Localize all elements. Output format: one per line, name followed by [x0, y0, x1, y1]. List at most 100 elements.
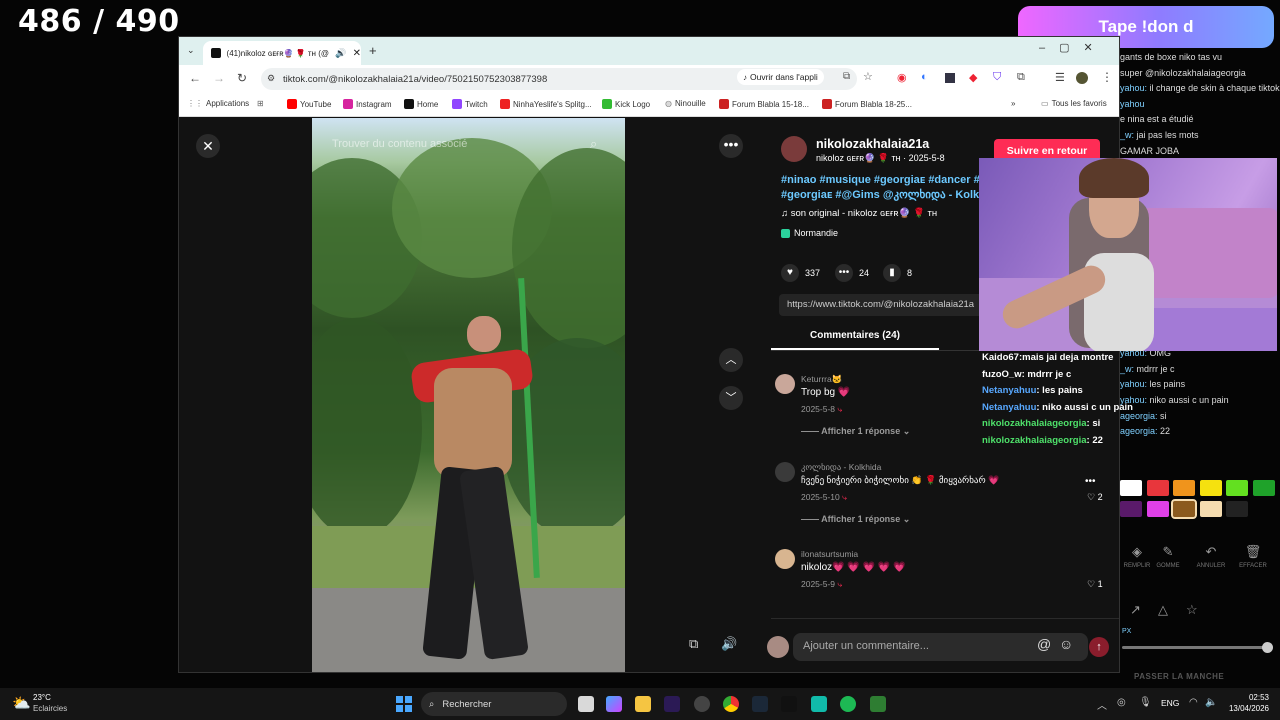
widgets-icon[interactable] — [606, 696, 622, 712]
file-explorer-icon[interactable] — [635, 696, 651, 712]
comment-author[interactable]: კოლხიდა - Kolkhida — [801, 462, 881, 473]
reply-icon[interactable]: ⤷ — [837, 579, 842, 589]
reading-list-icon[interactable]: ☰ — [1055, 71, 1065, 84]
mention-icon[interactable]: @ — [1037, 636, 1051, 652]
back-icon[interactable]: ← — [189, 71, 201, 85]
emoji-icon[interactable]: ☺ — [1059, 636, 1073, 652]
close-tab-icon[interactable]: ✕ — [353, 48, 361, 59]
open-in-app-button[interactable]: ♪ Ouvrir dans l'appli — [737, 69, 824, 85]
color-swatch[interactable] — [1120, 480, 1142, 496]
menu-icon[interactable]: ⋮ — [1101, 70, 1113, 84]
chat-username[interactable]: Kaido67: — [982, 352, 1022, 363]
extension-audio-icon[interactable]: ◐ — [921, 71, 928, 83]
commenter-avatar[interactable] — [775, 549, 795, 569]
location-tag[interactable]: Normandie — [781, 228, 838, 238]
more-options-icon[interactable]: ••• — [719, 134, 743, 158]
chat-username[interactable]: fuzoO_w — [982, 369, 1022, 380]
search-icon[interactable]: ⌕ — [590, 136, 597, 152]
comment-author[interactable]: Keturrra🐱 — [801, 374, 842, 385]
premiere-icon[interactable] — [664, 696, 680, 712]
color-swatch[interactable] — [1252, 480, 1275, 496]
close-video-icon[interactable]: ✕ — [196, 134, 220, 158]
language-indicator[interactable]: ENG — [1161, 698, 1179, 708]
bookmark-twitch[interactable]: Twitch — [452, 99, 488, 109]
comment-likes[interactable]: ♡ 1 — [1087, 579, 1103, 590]
hashtags-line-2[interactable]: #georgiaᴇ #@Gims @კოლხიდა - Kolk — [781, 188, 979, 201]
new-tab-icon[interactable]: + — [369, 43, 377, 58]
bookmark-forum-18-25[interactable]: Forum Blabla 18-25... — [822, 99, 912, 109]
bookmark-youtube[interactable]: YouTube — [287, 99, 331, 109]
speaker-icon[interactable]: 🔈 — [1205, 697, 1217, 708]
video-player[interactable]: Trouver du contenu associé ⌕ — [312, 118, 625, 672]
clock-date[interactable]: 13/04/2026 — [1221, 704, 1269, 713]
undo-tool[interactable]: ↶ ANNULER — [1192, 544, 1230, 569]
pass-turn-button[interactable]: PASSER LA MANCHE — [1134, 672, 1224, 681]
task-view-icon[interactable] — [578, 696, 594, 712]
forward-icon[interactable]: → — [213, 71, 225, 85]
extension-red-icon[interactable]: ◆ — [969, 71, 977, 84]
hashtags-line-1[interactable]: #ninao #musique #georgiaᴇ #dancer # — [781, 174, 980, 186]
reply-icon[interactable]: ⤷ — [837, 404, 842, 414]
chat-username[interactable]: nikolozakhalaiageorgia — [982, 418, 1087, 429]
previous-video-icon[interactable]: ︿ — [719, 348, 743, 372]
bookmark-ninouille[interactable]: ◍ Ninouille — [665, 99, 706, 108]
tab-comments[interactable]: Commentaires (24) — [771, 330, 939, 341]
taskbar-search[interactable]: ⌕ Rechercher — [421, 692, 567, 716]
tray-app-icon[interactable]: ◎ — [1117, 697, 1126, 708]
translate-icon[interactable]: ⧉ — [843, 71, 850, 82]
color-swatch[interactable] — [1226, 480, 1248, 496]
comment-more-icon[interactable]: ••• — [1085, 476, 1096, 487]
comment-likes[interactable]: ♡ 2 — [1087, 492, 1103, 503]
chat-username[interactable]: Netanyahuu — [982, 385, 1036, 396]
save-stat[interactable]: ▮ 8 — [883, 264, 912, 282]
author-avatar[interactable] — [781, 136, 807, 162]
tray-chevron-icon[interactable]: ︿ — [1097, 697, 1107, 712]
star-tool-icon[interactable]: ☆ — [1186, 602, 1198, 618]
send-comment-icon[interactable]: ↑ — [1089, 637, 1109, 657]
related-content-label[interactable]: Trouver du contenu associé — [332, 138, 467, 150]
arrow-tool-icon[interactable]: ↗ — [1130, 602, 1141, 618]
chrome-icon[interactable] — [723, 696, 739, 712]
opera-icon[interactable]: ◉ — [897, 71, 907, 84]
bookmark-star-icon[interactable]: ☆ — [863, 70, 873, 83]
chat-username[interactable]: Netanyahuu — [982, 402, 1036, 413]
commenter-avatar[interactable] — [775, 462, 795, 482]
bookmark-forum-15-18[interactable]: Forum Blabla 15-18... — [719, 99, 809, 109]
author-username[interactable]: nikolozakhalaia21a — [816, 137, 929, 151]
color-swatch[interactable] — [1199, 480, 1222, 496]
weather-icon[interactable]: ⛅ — [12, 694, 31, 712]
tab-list-icon[interactable]: ⌄ — [187, 45, 195, 56]
like-stat[interactable]: ♥ 337 — [781, 264, 820, 282]
extension-icon[interactable] — [945, 73, 955, 83]
triangle-tool-icon[interactable]: △ — [1158, 602, 1168, 618]
bookmark-applications[interactable]: ⋮⋮ Applications — [187, 99, 249, 108]
color-swatch[interactable] — [1173, 480, 1195, 496]
color-swatch[interactable] — [1146, 480, 1169, 496]
eraser-tool[interactable]: ✎ GOMME — [1149, 544, 1187, 569]
profile-avatar[interactable] — [1076, 72, 1088, 84]
start-icon[interactable] — [396, 696, 412, 712]
all-bookmarks[interactable]: ▭ Tous les favoris — [1041, 99, 1107, 108]
shield-icon[interactable]: ⛉ — [993, 71, 1001, 84]
color-swatch[interactable] — [1226, 501, 1248, 517]
bookmark-splitgate[interactable]: NinhaYeslife's Splitg... — [500, 99, 592, 109]
bookmark-instagram[interactable]: Instagram — [343, 99, 392, 109]
active-tab[interactable]: (41)nikoloz ɢᴇғʀ🔮 🌹 ᴛʜ (@ 🔊 ✕ — [203, 41, 361, 65]
color-swatch[interactable] — [1199, 501, 1222, 517]
steam-icon[interactable] — [752, 696, 768, 712]
tiktok-app-icon[interactable] — [781, 696, 797, 712]
show-replies-button[interactable]: —— Afficher 1 réponse ⌄ — [801, 514, 910, 525]
window-controls[interactable]: –▢✕ — [1039, 41, 1107, 54]
color-swatch[interactable] — [1171, 499, 1197, 519]
comment-stat[interactable]: ••• 24 — [835, 264, 869, 282]
reply-icon[interactable]: ⤷ — [842, 492, 847, 502]
next-video-icon[interactable]: ﹀ — [719, 386, 743, 410]
bookmark-kick[interactable]: Kick Logo — [602, 99, 650, 109]
wifi-icon[interactable]: ◠ — [1189, 697, 1198, 708]
color-swatch[interactable] — [1146, 501, 1169, 517]
slider-thumb[interactable] — [1262, 642, 1273, 653]
extensions-puzzle-icon[interactable]: ⧉ — [1017, 71, 1025, 84]
bookmark-home[interactable]: Home — [404, 99, 438, 109]
more-bookmarks-icon[interactable]: » — [1011, 99, 1015, 108]
pip-icon[interactable]: ⧉ — [689, 636, 698, 652]
